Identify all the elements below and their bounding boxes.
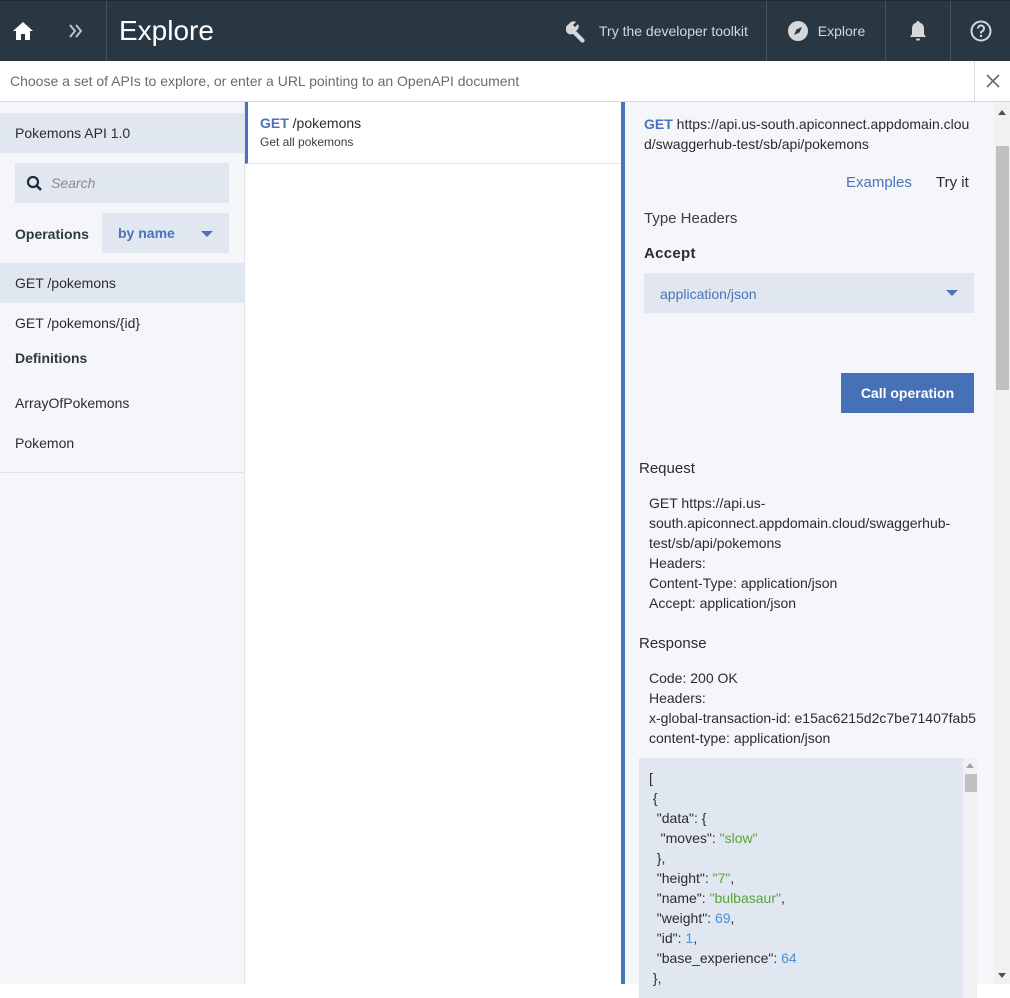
response-line: x-global-transaction-id: e15ac6215d2c7be…: [649, 710, 976, 726]
api-url-input[interactable]: [0, 61, 974, 101]
request-line: south.apiconnect.appdomain.cloud/swagger…: [649, 515, 951, 531]
scroll-up-icon[interactable]: [966, 763, 974, 768]
compass-icon: [787, 21, 808, 41]
json-string-value: "slow": [719, 830, 758, 846]
request-line: GET https://api.us-: [649, 495, 766, 511]
toolkit-label: Try the developer toolkit: [599, 23, 748, 39]
operation-path: /pokemons: [288, 115, 362, 131]
request-line: Headers:: [649, 555, 706, 571]
json-number-value: 1: [685, 930, 694, 946]
page-title: Explore: [119, 15, 214, 46]
clear-url-button[interactable]: [974, 61, 1010, 101]
operation-card-get-pokemons[interactable]: GET /pokemons Get all pokemons: [245, 102, 621, 164]
response-details: Code: 200 OK Headers: x-global-transacti…: [649, 668, 989, 748]
home-button[interactable]: [0, 1, 46, 61]
operation-list: GET /pokemons Get all pokemons: [245, 102, 621, 984]
search-field[interactable]: [15, 163, 229, 203]
response-label: Response: [639, 635, 707, 652]
type-headers-label: Type Headers: [644, 210, 738, 227]
api-title[interactable]: Pokemons API 1.0: [0, 113, 244, 153]
request-line: Content-Type: application/json: [649, 575, 838, 591]
developer-toolkit-link[interactable]: Try the developer toolkit: [566, 1, 766, 61]
scrollbar-thumb[interactable]: [996, 146, 1009, 390]
operation-description: Get all pokemons: [260, 135, 354, 149]
divider: [106, 1, 107, 61]
home-icon: [13, 22, 33, 40]
response-body: [ { "data": { "moves": "slow" }, "height…: [639, 758, 977, 998]
response-line: Code: 200 OK: [649, 670, 738, 686]
expand-nav-button[interactable]: [46, 1, 106, 61]
request-line: test/sb/api/pokemons: [649, 535, 782, 551]
double-chevron-right-icon: [69, 24, 83, 38]
endpoint-url: GET https://api.us-south.apiconnect.appd…: [644, 114, 974, 154]
response-scrollbar[interactable]: [963, 758, 977, 998]
bell-icon: [910, 21, 926, 41]
sidebar-item-get-pokemons[interactable]: GET /pokemons: [0, 263, 244, 303]
accept-selected-value: application/json: [660, 286, 757, 302]
tab-examples[interactable]: Examples: [846, 174, 912, 191]
help-circle-icon: [970, 20, 991, 42]
accept-header-dropdown[interactable]: application/json: [644, 273, 974, 313]
wrench-icon: [566, 21, 585, 43]
close-icon: [985, 74, 1000, 88]
notifications-button[interactable]: [886, 1, 950, 61]
divider: [0, 472, 244, 473]
top-nav-bar: Explore Try the developer toolkit Explor…: [0, 0, 1010, 61]
http-method: GET: [644, 116, 673, 132]
tab-try-it[interactable]: Try it: [936, 174, 969, 191]
scrollbar-thumb[interactable]: [965, 774, 977, 792]
request-label: Request: [639, 460, 695, 477]
json-string-value: "7": [712, 870, 731, 886]
response-line: Headers:: [649, 690, 706, 706]
operations-label: Operations: [15, 226, 89, 242]
json-string-value: "bulbasaur": [709, 890, 781, 906]
sidebar-item-pokemon[interactable]: Pokemon: [0, 423, 244, 463]
caret-down-icon: [201, 231, 213, 237]
endpoint-url-text: https://api.us-south.apiconnect.appdomai…: [644, 116, 970, 152]
sidebar-item-get-pokemon-by-id[interactable]: GET /pokemons/{id}: [0, 303, 244, 343]
explore-link[interactable]: Explore: [767, 1, 885, 61]
scroll-up-icon[interactable]: [998, 110, 1006, 115]
accept-label: Accept: [644, 245, 696, 262]
response-json: [ { "data": { "moves": "slow" }, "height…: [649, 770, 797, 986]
sort-selected-value: by name: [118, 225, 175, 241]
api-sidebar: Pokemons API 1.0 Operations by name GET …: [0, 102, 245, 984]
detail-scrollbar[interactable]: [995, 102, 1010, 984]
response-line: content-type: application/json: [649, 730, 831, 746]
definitions-label: Definitions: [15, 350, 88, 366]
scroll-down-icon[interactable]: [998, 973, 1006, 978]
http-method: GET: [260, 115, 289, 131]
json-number-value: 64: [781, 950, 797, 966]
request-details: GET https://api.us- south.apiconnect.app…: [649, 493, 979, 613]
api-url-bar: [0, 61, 1010, 102]
sort-operations-dropdown[interactable]: by name: [102, 213, 229, 253]
json-number-value: 69: [714, 910, 731, 926]
operation-title: GET /pokemons: [260, 115, 621, 131]
operation-detail-panel: GET https://api.us-south.apiconnect.appd…: [621, 102, 1010, 998]
explore-label: Explore: [817, 23, 866, 39]
call-operation-button[interactable]: Call operation: [841, 373, 974, 413]
search-icon: [26, 175, 42, 191]
help-button[interactable]: [951, 1, 1010, 61]
search-input[interactable]: [51, 175, 221, 191]
sidebar-item-array-of-pokemons[interactable]: ArrayOfPokemons: [0, 383, 244, 423]
request-line: Accept: application/json: [649, 595, 797, 611]
caret-down-icon: [946, 290, 958, 296]
